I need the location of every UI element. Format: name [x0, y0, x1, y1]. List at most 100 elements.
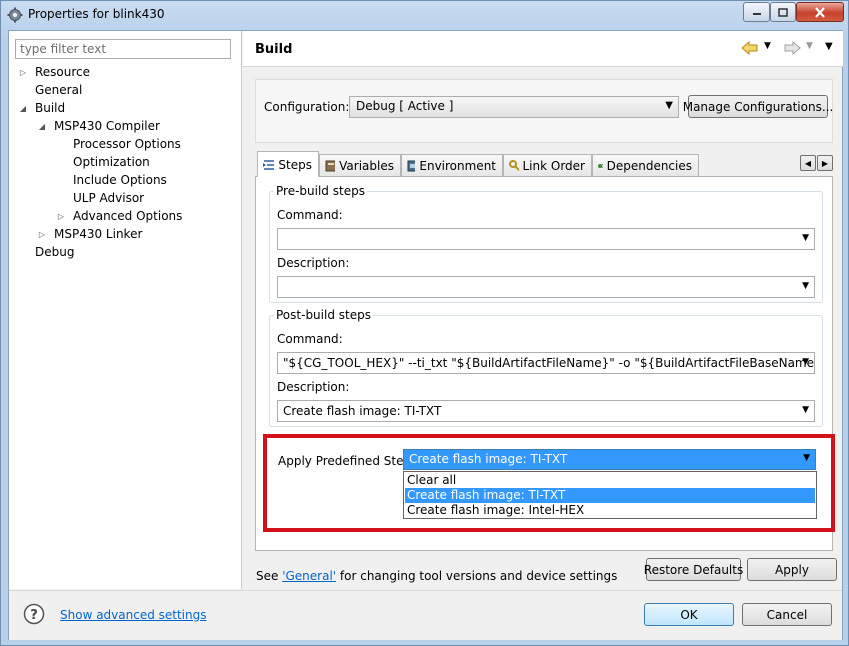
tab-scroll-right-button[interactable]: ▶ [817, 155, 833, 171]
svg-text:?: ? [30, 608, 38, 623]
footer-note-prefix: See [256, 569, 283, 583]
dependencies-icon [598, 163, 603, 168]
ok-button[interactable]: OK [644, 603, 734, 626]
tree-item[interactable]: Debug [17, 245, 74, 259]
prebuild-description-label: Description: [277, 256, 350, 270]
cancel-button[interactable]: Cancel [742, 603, 832, 626]
bottom-bar: ? Show advanced settings OK Cancel [9, 590, 842, 640]
tree-item-label: Debug [35, 245, 75, 259]
postbuild-legend: Post-build steps [274, 308, 373, 322]
chevron-left-icon: ◀ [804, 158, 812, 168]
maximize-button[interactable] [770, 2, 796, 22]
tab-label: Link Order [522, 158, 586, 173]
tree-item[interactable]: ▷ Advanced Options [55, 209, 182, 223]
close-icon [815, 6, 825, 18]
restore-defaults-button[interactable]: Restore Defaults [644, 558, 743, 581]
help-icon[interactable]: ? [23, 603, 45, 625]
tab-label: Dependencies [606, 158, 692, 173]
manage-configurations-button[interactable]: Manage Configurations... [683, 95, 833, 118]
tree-item-label: ULP Advisor [73, 191, 145, 205]
tree-item-label: Resource [35, 65, 91, 79]
minimize-icon [752, 13, 761, 15]
tab-steps[interactable]: Steps [257, 151, 319, 177]
prebuild-command-combo[interactable]: ▼ [277, 228, 815, 250]
option-clear-all[interactable]: Clear all [405, 473, 815, 488]
minimize-button[interactable] [743, 2, 770, 22]
maximize-icon [778, 7, 788, 17]
dialog-client: ▷ Resource General ◢ Build ◢ MSP430 Compiler Pr… [8, 30, 843, 640]
tab-scroll-left-button[interactable]: ◀ [800, 155, 816, 171]
chevron-right-icon: ▶ [821, 158, 829, 168]
tab-variables[interactable]: Variables [319, 154, 401, 176]
option-intel-hex[interactable]: Create flash image: Intel-HEX [405, 503, 815, 518]
tab-label: Environment [419, 158, 496, 173]
collapse-arrow-icon[interactable]: ◢ [36, 122, 48, 131]
environment-icon [407, 160, 416, 171]
tree-item-label: Processor Options [73, 137, 181, 151]
postbuild-command-value: "${CG_TOOL_HEX}" --ti_txt "${BuildArtifa… [283, 356, 815, 370]
chevron-down-icon: ▼ [803, 453, 810, 463]
expand-arrow-icon[interactable]: ▷ [36, 230, 48, 239]
tree-item[interactable]: ◢ MSP430 Compiler [36, 119, 160, 133]
chevron-down-icon: ▼ [802, 233, 809, 243]
footer-note-suffix: for changing tool versions and device se… [336, 569, 618, 583]
tree-item-label: MSP430 Linker [54, 227, 143, 241]
option-ti-txt[interactable]: Create flash image: TI-TXT [405, 488, 815, 503]
forward-dropdown-icon[interactable]: ▼ [806, 41, 813, 51]
prebuild-group: Pre-build steps Command: ▼ Description: … [269, 184, 823, 303]
page-header: Build ▼ ▼ ▼ [243, 31, 843, 67]
postbuild-description-label: Description: [277, 380, 350, 394]
tree-item[interactable]: ▷ MSP430 Linker [36, 227, 142, 241]
tab-environment[interactable]: Environment [401, 154, 503, 176]
apply-button[interactable]: Apply [747, 558, 837, 581]
collapse-arrow-icon[interactable]: ◢ [17, 104, 29, 113]
postbuild-command-combo[interactable]: "${CG_TOOL_HEX}" --ti_txt "${BuildArtifa… [277, 352, 815, 374]
configuration-value: Debug [ Active ] [356, 99, 454, 113]
window-title: Properties for blink430 [28, 7, 165, 21]
expand-arrow-icon[interactable]: ▷ [17, 68, 29, 77]
prebuild-command-label: Command: [277, 208, 343, 222]
close-button[interactable] [796, 2, 844, 22]
chevron-down-icon: ▼ [802, 281, 809, 291]
expand-arrow-icon[interactable]: ▷ [55, 212, 67, 221]
tree-item[interactable]: Include Options [55, 173, 167, 187]
tree-item[interactable]: Optimization [55, 155, 150, 169]
chevron-down-icon: ▼ [802, 357, 809, 367]
tree-item-label: General [35, 83, 83, 97]
tree-item-label: MSP430 Compiler [54, 119, 160, 133]
tab-link-order[interactable]: Link Order [503, 154, 592, 176]
gear-icon [7, 7, 23, 23]
chevron-down-icon: ▼ [665, 100, 673, 111]
general-link[interactable]: 'General' [282, 569, 336, 583]
predefined-step-label: Apply Predefined Step: [278, 454, 416, 468]
configuration-area: Configuration: Debug [ Active ] ▼ Manage… [255, 79, 833, 143]
footer-note: See 'General' for changing tool versions… [256, 569, 617, 583]
tree-item-label: Optimization [73, 155, 150, 169]
postbuild-description-combo[interactable]: Create flash image: TI-TXT ▼ [277, 400, 815, 422]
tree-item[interactable]: ULP Advisor [55, 191, 144, 205]
postbuild-command-label: Command: [277, 332, 343, 346]
dialog-window: Properties for blink430 ▷ Resource General… [0, 0, 849, 646]
title-bar[interactable]: Properties for blink430 [1, 1, 849, 29]
predefined-step-combo[interactable]: Create flash image: TI-TXT ▼ [403, 449, 816, 470]
back-arrow-icon[interactable] [741, 41, 759, 55]
postbuild-description-value: Create flash image: TI-TXT [283, 404, 442, 418]
prebuild-description-combo[interactable]: ▼ [277, 276, 815, 298]
tree-item-label: Include Options [73, 173, 167, 187]
tree-item[interactable]: ◢ Build [17, 101, 65, 115]
tree-item[interactable]: ▷ Resource [17, 65, 90, 79]
view-menu-icon[interactable]: ▼ [825, 41, 833, 52]
predefined-step-value: Create flash image: TI-TXT [409, 452, 568, 466]
tree-item[interactable]: Processor Options [55, 137, 181, 151]
configuration-label: Configuration: [264, 100, 350, 114]
variables-icon [325, 160, 336, 171]
back-dropdown-icon[interactable]: ▼ [764, 41, 771, 51]
forward-arrow-icon[interactable] [783, 41, 801, 55]
tree-item[interactable]: General [17, 83, 82, 97]
tab-dependencies[interactable]: Dependencies [592, 154, 699, 176]
predefined-step-options: Clear all Create flash image: TI-TXT Cre… [403, 471, 817, 519]
configuration-select[interactable]: Debug [ Active ] ▼ [349, 96, 679, 118]
filter-input[interactable] [15, 39, 231, 59]
show-advanced-settings-link[interactable]: Show advanced settings [60, 608, 207, 622]
postbuild-group: Post-build steps Command: "${CG_TOOL_HEX… [269, 308, 823, 427]
